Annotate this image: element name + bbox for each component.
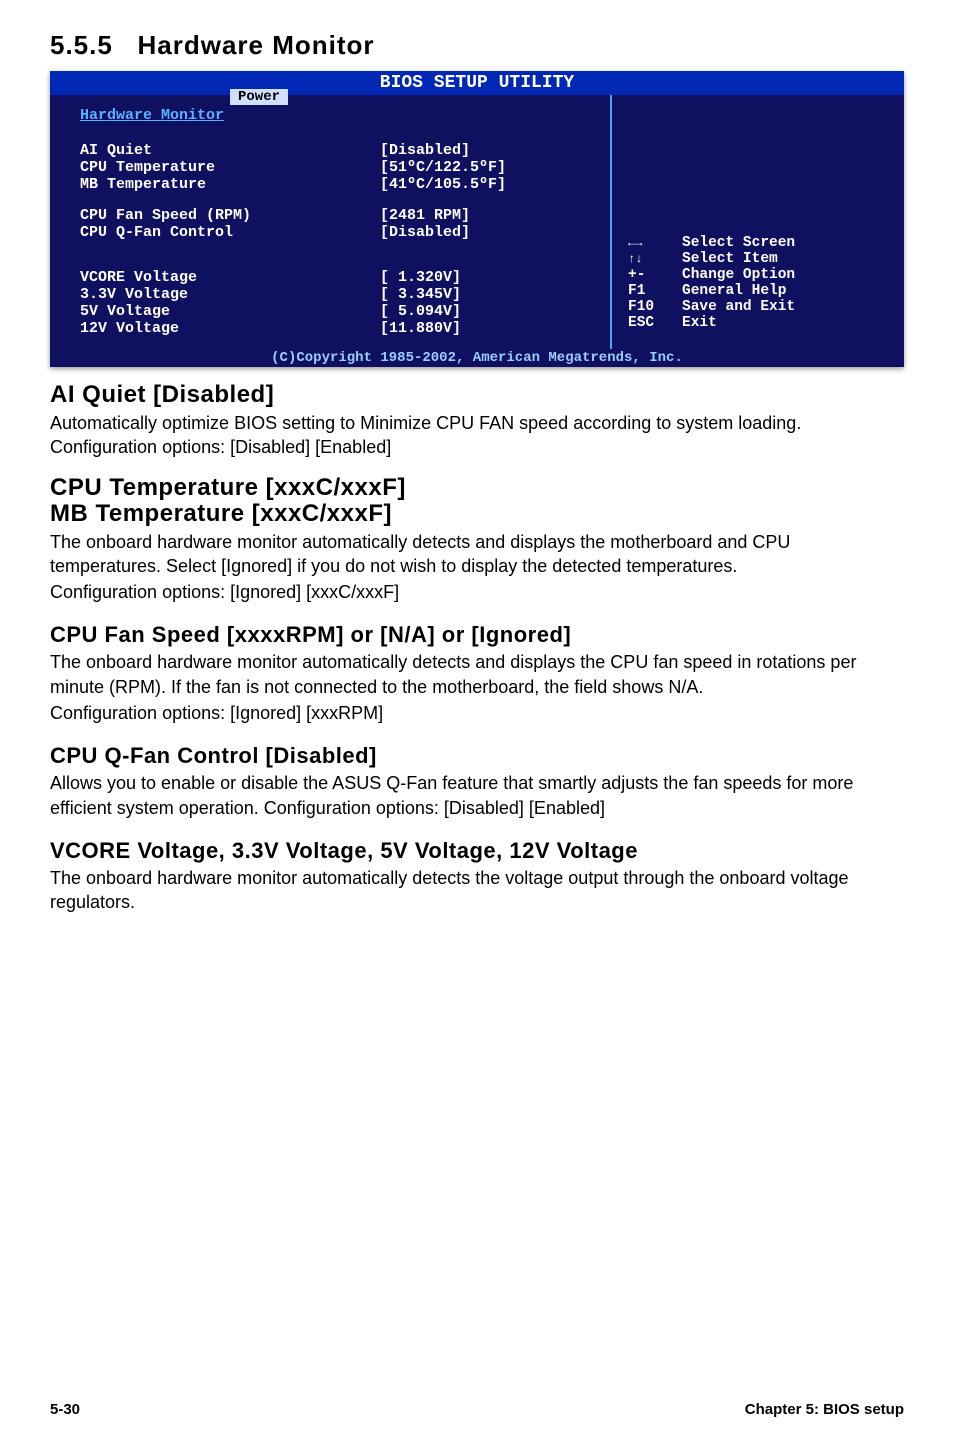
- section-number: 5.5.5: [50, 30, 113, 60]
- bios-help-text: Save and Exit: [682, 299, 795, 315]
- bios-help-key: F10: [628, 299, 682, 315]
- bios-label: AI Quiet: [80, 142, 380, 159]
- bios-help-text: Select Screen: [682, 235, 795, 251]
- bios-value: [ 3.345V]: [380, 286, 461, 303]
- bios-help-panel: ←→Select Screen ↑↓Select Item +-Change O…: [610, 95, 904, 349]
- paragraph: Configuration options: [Ignored] [xxxRPM…: [50, 701, 904, 725]
- paragraph: Automatically optimize BIOS setting to M…: [50, 411, 904, 460]
- arrow-icon: ←→: [628, 235, 682, 251]
- bios-row: 12V Voltage[11.880V]: [80, 320, 594, 337]
- bios-label: CPU Q-Fan Control: [80, 224, 380, 241]
- bios-row: CPU Q-Fan Control[Disabled]: [80, 224, 594, 241]
- bios-main-panel: Hardware Monitor AI Quiet[Disabled] CPU …: [50, 95, 610, 349]
- bios-help-text: Change Option: [682, 267, 795, 283]
- bios-help-row: ESCExit: [628, 315, 888, 331]
- bios-row: 5V Voltage[ 5.094V]: [80, 303, 594, 320]
- chapter-label: Chapter 5: BIOS setup: [745, 1401, 904, 1418]
- bios-label: CPU Temperature: [80, 159, 380, 176]
- arrow-icon: ↑↓: [628, 251, 682, 267]
- bios-value: [Disabled]: [380, 142, 470, 159]
- bios-row: AI Quiet[Disabled]: [80, 142, 594, 159]
- bios-label: 12V Voltage: [80, 320, 380, 337]
- bios-help-key: F1: [628, 283, 682, 299]
- paragraph: The onboard hardware monitor automatical…: [50, 866, 904, 915]
- subsection-heading-cpu-temp: CPU Temperature [xxxC/xxxF]: [50, 474, 904, 502]
- bios-title-text: BIOS SETUP UTILITY: [380, 73, 574, 93]
- bios-label: 3.3V Voltage: [80, 286, 380, 303]
- bios-row: VCORE Voltage[ 1.320V]: [80, 269, 594, 286]
- bios-value: [11.880V]: [380, 320, 461, 337]
- subsection-heading-fan-speed: CPU Fan Speed [xxxxRPM] or [N/A] or [Ign…: [50, 622, 904, 648]
- bios-label: MB Temperature: [80, 176, 380, 193]
- bios-value: [41ºC/105.5ºF]: [380, 176, 506, 193]
- bios-help-key: +-: [628, 267, 682, 283]
- subsection-heading-ai-quiet: AI Quiet [Disabled]: [50, 381, 904, 409]
- bios-help-row: +-Change Option: [628, 267, 888, 283]
- bios-value: [51ºC/122.5ºF]: [380, 159, 506, 176]
- bios-label: CPU Fan Speed (RPM): [80, 207, 380, 224]
- bios-value: [2481 RPM]: [380, 207, 470, 224]
- bios-value: [ 1.320V]: [380, 269, 461, 286]
- bios-value: [Disabled]: [380, 224, 470, 241]
- section-title: Hardware Monitor: [138, 30, 375, 60]
- bios-help-text: Select Item: [682, 251, 778, 267]
- bios-help-row: F1General Help: [628, 283, 888, 299]
- bios-row: 3.3V Voltage[ 3.345V]: [80, 286, 594, 303]
- bios-group-title: Hardware Monitor: [80, 107, 594, 124]
- bios-help-row: ←→Select Screen: [628, 235, 888, 251]
- bios-value: [ 5.094V]: [380, 303, 461, 320]
- bios-help-text: Exit: [682, 315, 717, 331]
- page-footer: 5-30 Chapter 5: BIOS setup: [50, 1395, 904, 1418]
- paragraph: The onboard hardware monitor automatical…: [50, 650, 904, 699]
- page-number: 5-30: [50, 1401, 80, 1418]
- bios-help-key: ESC: [628, 315, 682, 331]
- paragraph: Allows you to enable or disable the ASUS…: [50, 771, 904, 820]
- bios-label: VCORE Voltage: [80, 269, 380, 286]
- bios-help-row: ↑↓Select Item: [628, 251, 888, 267]
- bios-label: 5V Voltage: [80, 303, 380, 320]
- subsection-heading-qfan: CPU Q-Fan Control [Disabled]: [50, 743, 904, 769]
- paragraph: The onboard hardware monitor automatical…: [50, 530, 904, 579]
- subsection-heading-voltage: VCORE Voltage, 3.3V Voltage, 5V Voltage,…: [50, 838, 904, 864]
- bios-help-row: F10Save and Exit: [628, 299, 888, 315]
- bios-row: MB Temperature[41ºC/105.5ºF]: [80, 176, 594, 193]
- bios-row: CPU Fan Speed (RPM)[2481 RPM]: [80, 207, 594, 224]
- bios-screenshot: BIOS SETUP UTILITY Power Hardware Monito…: [50, 71, 904, 367]
- bios-titlebar: BIOS SETUP UTILITY Power: [50, 71, 904, 95]
- section-heading: 5.5.5 Hardware Monitor: [50, 30, 904, 61]
- bios-help-text: General Help: [682, 283, 786, 299]
- bios-row: CPU Temperature[51ºC/122.5ºF]: [80, 159, 594, 176]
- bios-footer-copyright: (C)Copyright 1985-2002, American Megatre…: [50, 349, 904, 367]
- subsection-heading-mb-temp: MB Temperature [xxxC/xxxF]: [50, 500, 904, 528]
- paragraph: Configuration options: [Ignored] [xxxC/x…: [50, 580, 904, 604]
